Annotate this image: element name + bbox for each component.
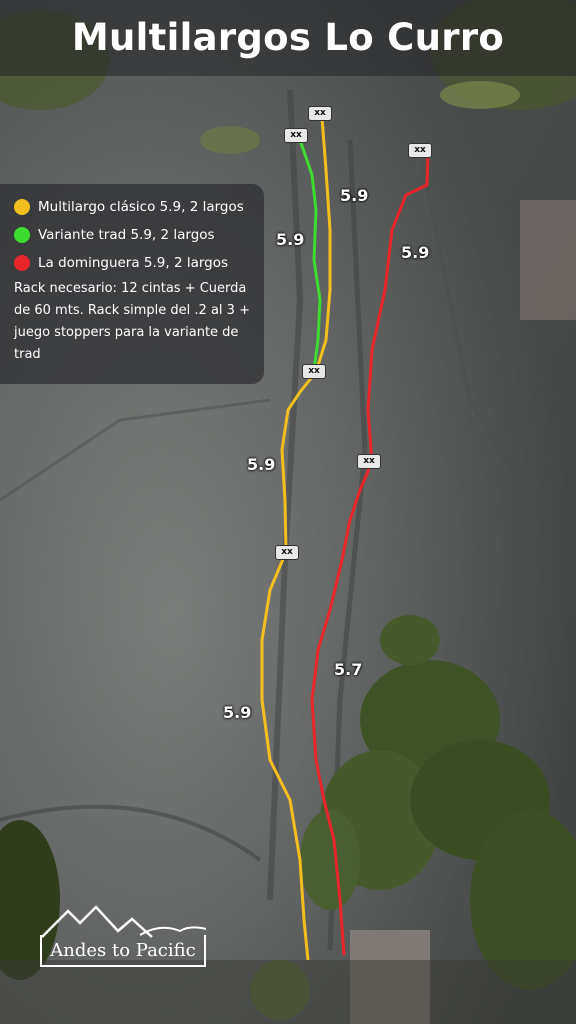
anchor-marker: xx — [308, 106, 332, 121]
andes-to-pacific-logo: Andes to Pacific — [40, 905, 208, 971]
grade-label: 5.9 — [223, 703, 252, 722]
logo-text: Andes to Pacific — [40, 935, 206, 967]
red-dot-icon — [14, 255, 30, 271]
legend-item-trad: Variante trad 5.9, 2 largos — [14, 222, 252, 248]
rack-info: Rack necesario: 12 cintas + Cuerda de 60… — [14, 281, 250, 362]
grade-label: 5.7 — [334, 660, 363, 679]
legend-label: La dominguera 5.9, 2 largos — [38, 255, 229, 271]
legend-label: Variante trad 5.9, 2 largos — [38, 227, 215, 243]
anchor-marker: xx — [302, 364, 326, 379]
legend-item-dominguera: La dominguera 5.9, 2 largos — [14, 250, 252, 276]
green-dot-icon — [14, 227, 30, 243]
anchor-marker: xx — [275, 545, 299, 560]
grade-label: 5.9 — [247, 455, 276, 474]
anchor-marker: xx — [408, 143, 432, 158]
anchor-marker: xx — [357, 454, 381, 469]
page-title: Multilargos Lo Curro — [0, 0, 576, 76]
route-topo-image: Multilargos Lo Curro Multilargo clásico … — [0, 0, 576, 1024]
legend-label: Multilargo clásico 5.9, 2 largos — [38, 199, 244, 215]
grade-label: 5.9 — [401, 243, 430, 262]
anchor-marker: xx — [284, 128, 308, 143]
cliff-photo — [0, 0, 576, 1024]
legend-item-clasico: Multilargo clásico 5.9, 2 largos — [14, 194, 252, 220]
grade-label: 5.9 — [276, 230, 305, 249]
yellow-dot-icon — [14, 199, 30, 215]
route-legend: Multilargo clásico 5.9, 2 largos Variant… — [0, 184, 264, 384]
grade-label: 5.9 — [340, 186, 369, 205]
